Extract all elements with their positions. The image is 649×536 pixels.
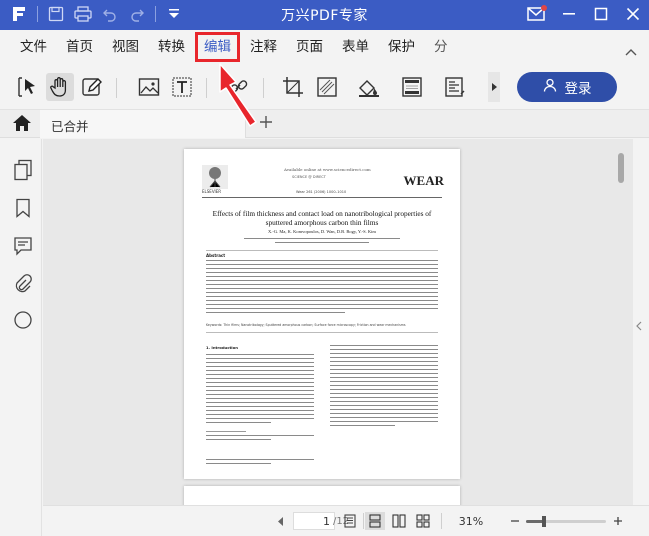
close-icon[interactable] — [623, 4, 643, 24]
page-intro-heading: 1. Introduction — [206, 345, 238, 350]
menu-form[interactable]: 表单 — [338, 37, 373, 57]
annotation-arrow-icon — [219, 63, 257, 127]
text-box-icon[interactable] — [168, 73, 196, 101]
login-button[interactable]: 登录 — [517, 72, 617, 102]
title-bar: 万兴PDF专家 — [0, 0, 649, 30]
minimize-icon[interactable] — [559, 4, 579, 24]
zoom-in-icon[interactable] — [611, 512, 625, 530]
attachment-icon[interactable] — [12, 273, 34, 295]
page-journal-line: Available online at www.sciencedirect.co… — [284, 167, 371, 172]
maximize-icon[interactable] — [591, 4, 611, 24]
page-journal-logo: WEAR — [403, 173, 444, 188]
pages-icon[interactable] — [12, 159, 34, 181]
page-elsevier: ELSEVIER — [202, 189, 222, 194]
login-label: 登录 — [564, 81, 592, 97]
zoom-out-icon[interactable] — [509, 512, 521, 530]
menu-file[interactable]: 文件 — [16, 37, 51, 57]
elsevier-tree-logo — [202, 165, 228, 189]
zoom-slider-handle[interactable] — [541, 516, 546, 527]
comment-icon[interactable] — [12, 235, 34, 257]
search-icon[interactable] — [12, 309, 34, 331]
notification-badge — [541, 5, 547, 11]
zoom-slider[interactable] — [526, 516, 606, 527]
grid-view-icon[interactable] — [413, 512, 433, 530]
menu-view[interactable]: 视图 — [108, 37, 143, 57]
edit-text-icon[interactable] — [78, 73, 106, 101]
header-footer-icon[interactable] — [398, 73, 426, 101]
user-icon — [543, 78, 557, 96]
menu-share-truncated[interactable]: 分 — [430, 37, 452, 57]
mail-icon[interactable] — [527, 4, 547, 24]
zoom-level[interactable]: 31% — [453, 512, 489, 530]
collapse-ribbon-icon[interactable] — [625, 41, 637, 60]
app-window: 万兴PDF专家 文件 首页 视图 转换 编辑 注释 页面 表单 保护 分 登录 … — [0, 0, 649, 536]
bookmark-icon[interactable] — [12, 197, 34, 219]
menu-page[interactable]: 页面 — [292, 37, 327, 57]
bates-number-icon[interactable] — [441, 73, 469, 101]
hand-icon[interactable] — [46, 73, 74, 101]
two-page-view-icon[interactable] — [389, 512, 409, 530]
crop-icon[interactable] — [279, 73, 307, 101]
menu-comment[interactable]: 注释 — [246, 37, 281, 57]
background-icon[interactable] — [355, 73, 383, 101]
expand-right-panel-icon[interactable] — [636, 316, 642, 335]
tab-label: 已合并 — [51, 119, 89, 134]
document-tab-bar: 已合并 — [0, 110, 649, 138]
page-abstract-heading: Abstract — [206, 253, 226, 258]
menu-protect[interactable]: 保护 — [384, 37, 419, 57]
menu-bar: 文件 首页 视图 转换 编辑 注释 页面 表单 保护 分 — [0, 30, 649, 64]
vertical-scrollbar[interactable] — [618, 153, 624, 183]
edit-toolbar: 登录 — [0, 64, 649, 110]
single-page-view-icon[interactable] — [365, 512, 385, 530]
status-bar: 1 /12 31% — [43, 505, 649, 536]
pdf-page-2 — [184, 486, 460, 505]
prev-page-icon[interactable] — [275, 512, 287, 530]
page-publisher: SCIENCE @ DIRECT — [292, 175, 326, 179]
fit-page-icon[interactable] — [341, 512, 359, 530]
page-number-input[interactable]: 1 — [293, 512, 335, 530]
page-paper-title: Effects of film thickness and contact lo… — [212, 209, 432, 227]
menu-convert[interactable]: 转换 — [154, 37, 189, 57]
home-icon[interactable] — [12, 114, 32, 136]
page-keywords: Keywords: Thin films; Nanotribology; Spu… — [206, 323, 406, 327]
page-authors: X.-G. Ma, K. Komvopoulos, D. Wan, D.B. B… — [268, 229, 376, 234]
watermark-icon[interactable] — [313, 73, 341, 101]
document-viewport[interactable]: Available online at www.sciencedirect.co… — [43, 139, 633, 505]
toolbar-scroll-right-icon[interactable] — [488, 72, 500, 102]
image-icon[interactable] — [135, 73, 163, 101]
pdf-page-1: Available online at www.sciencedirect.co… — [184, 149, 460, 479]
page-ref: Wear 261 (2006) 1000–1010 — [296, 190, 347, 194]
select-arrow-icon[interactable] — [14, 73, 42, 101]
left-sidebar — [0, 139, 42, 536]
menu-home[interactable]: 首页 — [62, 37, 97, 57]
menu-edit[interactable]: 编辑 — [195, 32, 240, 62]
